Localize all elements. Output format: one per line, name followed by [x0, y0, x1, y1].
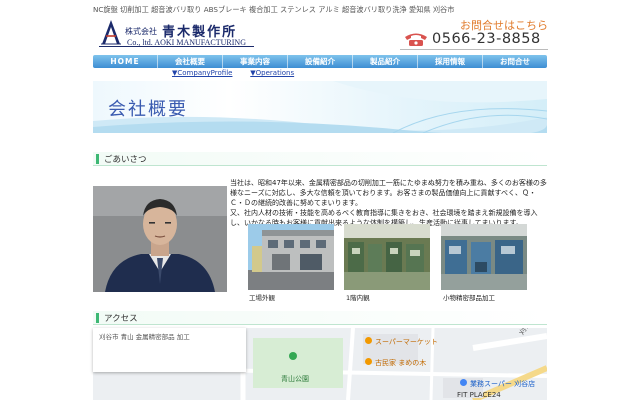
- heading-underline: [93, 324, 547, 325]
- president-portrait: [93, 186, 227, 292]
- heading-underline: [93, 165, 547, 166]
- nav-item-products[interactable]: 製品紹介: [353, 55, 418, 68]
- factory-exterior-photo: [248, 224, 334, 290]
- restaurant-pin-icon[interactable]: [365, 358, 372, 365]
- nav-item-company[interactable]: 会社概要: [158, 55, 223, 68]
- phone-number[interactable]: 0566-23-8858: [432, 31, 541, 47]
- company-prefix: 株式会社: [125, 27, 157, 36]
- first-floor-interior-photo: [344, 224, 430, 290]
- heading-accent-bar: [96, 313, 99, 323]
- store-pin-icon[interactable]: [460, 379, 467, 386]
- logo-underline: [99, 46, 254, 47]
- access-heading: アクセス: [93, 311, 547, 325]
- park-pin-icon[interactable]: [289, 352, 297, 360]
- greeting-paragraph-1: 当社は、昭和47年以来、金属精密部品の切削加工一筋にたゆまぬ努力を積み重ね、多く…: [230, 179, 547, 207]
- map-info-card[interactable]: 刈谷市 青山 金属精密部品 加工: [93, 328, 246, 372]
- main-nav: HOME 会社概要 事業内容 設備紹介 製品紹介 採用情報 お問合せ: [93, 55, 547, 68]
- nav-item-home[interactable]: HOME: [93, 55, 158, 68]
- access-heading-text: アクセス: [104, 314, 138, 324]
- map-label-fit-place[interactable]: FIT PLACE24: [457, 391, 501, 399]
- map-label-restaurant[interactable]: 古民家 まめの木: [375, 358, 426, 368]
- contact-underline: [400, 49, 548, 50]
- greeting-text: 当社は、昭和47年以来、金属精密部品の切削加工一筋にたゆまぬ努力を積み重ね、多く…: [230, 178, 547, 228]
- anchor-company-profile[interactable]: ▼CompanyProfile: [172, 69, 232, 77]
- precision-parts-photo: [441, 224, 527, 290]
- page-title: 会社概要: [108, 99, 188, 120]
- photo-caption-exterior: 工場外観: [249, 294, 275, 302]
- nav-item-recruit[interactable]: 採用情報: [418, 55, 483, 68]
- company-logo-icon[interactable]: [99, 19, 123, 45]
- nav-item-equipment[interactable]: 設備紹介: [288, 55, 353, 68]
- page-anchor-links: ▼CompanyProfile ▼Operations: [172, 69, 294, 77]
- supermarket-pin-icon[interactable]: [365, 337, 372, 344]
- greeting-heading: ごあいさつ: [93, 152, 547, 166]
- phone-icon: [405, 33, 427, 46]
- seo-tagline: NC旋盤 切削加工 超音波バリ取り ABSブレーキ 複合加工 ステンレス アルミ…: [93, 5, 455, 14]
- photo-caption-interior: 1階内観: [346, 294, 370, 302]
- nav-item-business[interactable]: 事業内容: [223, 55, 288, 68]
- map-label-park[interactable]: 青山公園: [281, 374, 309, 384]
- greeting-heading-text: ごあいさつ: [104, 155, 147, 165]
- heading-accent-bar: [96, 154, 99, 164]
- nav-item-contact[interactable]: お問合せ: [483, 55, 547, 68]
- anchor-operations[interactable]: ▼Operations: [250, 69, 294, 77]
- map-label-supermarket[interactable]: スーパーマーケット: [375, 337, 438, 347]
- map-label-store[interactable]: 業務スーパー 刈谷店: [470, 379, 535, 389]
- map-card-text: 刈谷市 青山 金属精密部品 加工: [99, 333, 190, 341]
- photo-caption-parts: 小物精密部品加工: [443, 294, 495, 302]
